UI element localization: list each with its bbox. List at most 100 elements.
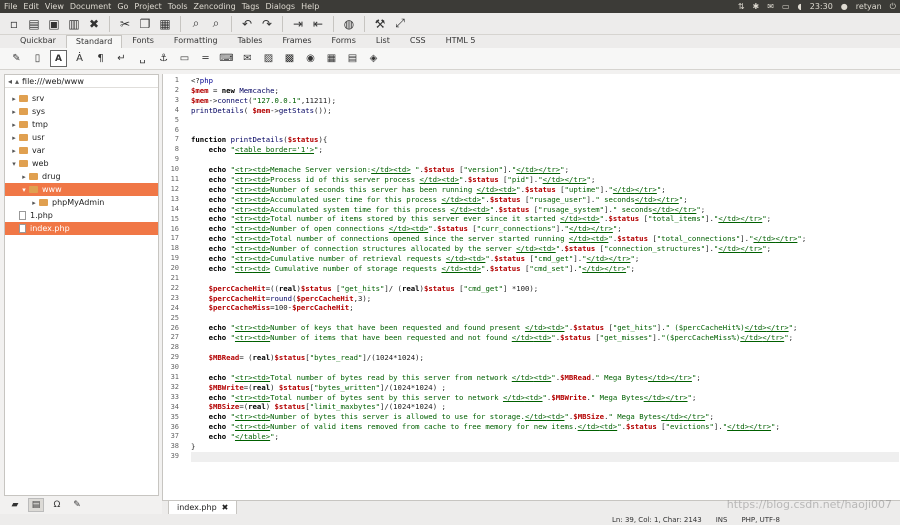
- tree-folder[interactable]: ▸ sys: [5, 105, 158, 118]
- nbsp-icon[interactable]: ␣: [134, 50, 151, 67]
- open-file-icon[interactable]: ▤: [26, 16, 42, 32]
- expand-closed-icon[interactable]: ▸: [9, 147, 19, 155]
- mail-icon[interactable]: ✉: [767, 2, 774, 11]
- tree-folder[interactable]: ▸ drug: [5, 170, 158, 183]
- code-line[interactable]: echo "<tr><td>Memache Server version:</t…: [191, 165, 899, 175]
- tab-standard[interactable]: Standard: [65, 35, 123, 48]
- code-line[interactable]: echo "<tr><td> Cumulative number of stor…: [191, 264, 899, 274]
- tree-folder[interactable]: ▾ web: [5, 157, 158, 170]
- code-line[interactable]: function printDetails($status){: [191, 135, 899, 145]
- tab-fonts[interactable]: Fonts: [122, 34, 164, 48]
- bluetooth-icon[interactable]: ✱: [753, 2, 760, 11]
- menu-item[interactable]: File: [4, 2, 17, 11]
- battery-icon[interactable]: ▭: [782, 2, 790, 11]
- save-icon[interactable]: ▣: [46, 16, 62, 32]
- menu-item[interactable]: Tools: [168, 2, 188, 11]
- network-icon[interactable]: ⇅: [738, 2, 745, 11]
- copy-icon[interactable]: ❐: [137, 16, 153, 32]
- code-line[interactable]: echo "<tr><td>Accumulated user time for …: [191, 195, 899, 205]
- clock[interactable]: 23:30: [810, 2, 833, 11]
- code-line[interactable]: <?php: [191, 76, 899, 86]
- fullscreen-icon[interactable]: ⤢: [392, 16, 408, 32]
- tab-html-5[interactable]: HTML 5: [436, 34, 486, 48]
- menu-item[interactable]: Zencoding: [194, 2, 236, 11]
- expand-open-icon[interactable]: ▾: [9, 160, 19, 168]
- bookmarks-tab-icon[interactable]: ▤: [28, 498, 44, 512]
- indent-icon[interactable]: ⇥: [290, 16, 306, 32]
- tab-formatting[interactable]: Formatting: [164, 34, 228, 48]
- close-tab-icon[interactable]: ✖: [222, 503, 229, 512]
- code-editor[interactable]: 1 2 3 4 5 6 7 8 9 10 11 12 13 14 15 16 17 18 19 20 21 22 23 24 2…: [162, 74, 900, 500]
- code-line[interactable]: echo "</table>";: [191, 432, 899, 442]
- tree-folder[interactable]: ▸ var: [5, 144, 158, 157]
- filebrowser-tab-icon[interactable]: ▰: [8, 499, 22, 511]
- code-line[interactable]: [191, 451, 899, 462]
- tab-list[interactable]: List: [366, 34, 400, 48]
- save-all-icon[interactable]: ▥: [66, 16, 82, 32]
- code-line[interactable]: $mem->connect("127.0.0.1",11211);: [191, 96, 899, 106]
- code-line[interactable]: $MBWrite=(real) $status["bytes_written"]…: [191, 383, 899, 393]
- tree-folder[interactable]: ▸ srv: [5, 92, 158, 105]
- code-line[interactable]: echo "<tr><td>Accumulated system time fo…: [191, 205, 899, 215]
- user-name[interactable]: retyan: [856, 2, 882, 11]
- path-value[interactable]: file:///web/www: [22, 77, 84, 86]
- back-icon[interactable]: ◂: [8, 77, 12, 86]
- code-line[interactable]: echo "<tr><td>Number of open connections…: [191, 224, 899, 234]
- menu-item[interactable]: Project: [134, 2, 161, 11]
- expand-closed-icon[interactable]: ▸: [9, 95, 19, 103]
- tree-file[interactable]: 1.php: [5, 209, 158, 222]
- code-line[interactable]: $mem = new Memcache;: [191, 86, 899, 96]
- image-icon[interactable]: ▨: [260, 50, 277, 67]
- expand-closed-icon[interactable]: ▸: [19, 173, 29, 181]
- tab-quickbar[interactable]: Quickbar: [10, 34, 66, 48]
- code-line[interactable]: echo "<tr><td>Number of valid items remo…: [191, 422, 899, 432]
- code-area[interactable]: <?php $mem = new Memcache; $mem->connect("…: [191, 76, 899, 462]
- code-line[interactable]: echo "<tr><td>Number of seconds this ser…: [191, 185, 899, 195]
- code-line[interactable]: echo "<tr><td>Process id of this server …: [191, 175, 899, 185]
- code-line[interactable]: [191, 155, 899, 165]
- code-line[interactable]: echo "<tr><td>Number of items that have …: [191, 333, 899, 343]
- comment-icon[interactable]: ⌨: [218, 50, 235, 67]
- anchor-icon[interactable]: ⚓: [155, 50, 172, 67]
- frame-icon[interactable]: ▤: [344, 50, 361, 67]
- code-line[interactable]: [191, 343, 899, 353]
- tree-folder[interactable]: ▸ usr: [5, 131, 158, 144]
- code-line[interactable]: echo "<tr><td>Total number of bytes read…: [191, 373, 899, 383]
- power-icon[interactable]: ⏻: [890, 2, 896, 12]
- code-line[interactable]: echo "<tr><td>Total number of connection…: [191, 234, 899, 244]
- fold-margin[interactable]: [182, 74, 188, 500]
- preview-icon[interactable]: ◍: [341, 16, 357, 32]
- tree-folder[interactable]: ▸ tmp: [5, 118, 158, 131]
- menu-item[interactable]: Tags: [242, 2, 260, 11]
- menu-item[interactable]: View: [45, 2, 64, 11]
- code-line[interactable]: echo "<tr><td>Number of keys that have b…: [191, 323, 899, 333]
- break-icon[interactable]: ↵: [113, 50, 130, 67]
- code-line[interactable]: [191, 116, 899, 126]
- expand-closed-icon[interactable]: ▸: [9, 121, 19, 129]
- tab-frames[interactable]: Frames: [272, 34, 321, 48]
- tree-folder[interactable]: ▾ www: [5, 183, 158, 196]
- volume-icon[interactable]: ◖: [798, 2, 802, 11]
- paragraph-icon[interactable]: ¶: [92, 50, 109, 67]
- code-line[interactable]: $MBRead= (real)$status["bytes_read"]/(10…: [191, 353, 899, 363]
- hr-icon[interactable]: ═: [197, 50, 214, 67]
- tab-css[interactable]: CSS: [400, 34, 436, 48]
- tab-tables[interactable]: Tables: [228, 34, 273, 48]
- code-line[interactable]: echo "<tr><td>Number of connection struc…: [191, 244, 899, 254]
- css-icon[interactable]: ◈: [365, 50, 382, 67]
- paste-icon[interactable]: ▦: [157, 16, 173, 32]
- code-line[interactable]: $percCacheHit=((real)$status ["get_hits"…: [191, 284, 899, 294]
- undo-icon[interactable]: ↶: [239, 16, 255, 32]
- code-line[interactable]: echo "<tr><td>Cumulative number of retri…: [191, 254, 899, 264]
- code-line[interactable]: [191, 274, 899, 284]
- italic-icon[interactable]: Ȧ: [71, 50, 88, 67]
- code-line[interactable]: echo "<tr><td>Number of bytes this serve…: [191, 412, 899, 422]
- cut-icon[interactable]: ✂: [117, 16, 133, 32]
- up-icon[interactable]: ▴: [15, 77, 19, 86]
- code-line[interactable]: echo "<tr><td>Total number of items stor…: [191, 214, 899, 224]
- code-line[interactable]: printDetails( $mem->getStats());: [191, 106, 899, 116]
- code-line[interactable]: echo "<table border='1'>";: [191, 145, 899, 155]
- tree-folder[interactable]: ▸ phpMyAdmin: [5, 196, 158, 209]
- unindent-icon[interactable]: ⇤: [310, 16, 326, 32]
- color-icon[interactable]: ◉: [302, 50, 319, 67]
